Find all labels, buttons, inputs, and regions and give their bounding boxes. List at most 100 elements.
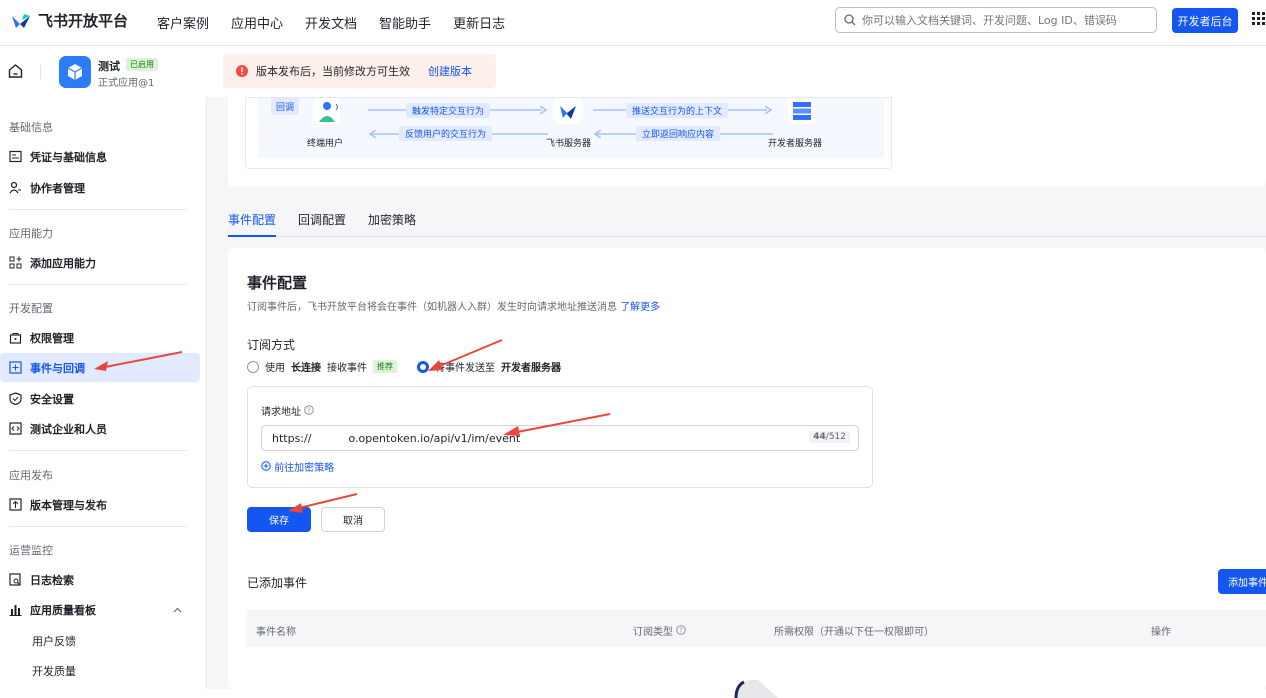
section-desc: 订阅事件后，飞书开放平台将会在事件（如机器人入群）发生时向请求地址推送消息 了解… [247,298,660,313]
feishu-logo[interactable]: 飞书开放平台 [10,10,128,31]
url-char-count: 44/512 [809,431,850,443]
app-name: 测试 [98,60,120,73]
sidebar-item-label: 日志检索 [30,573,74,587]
group-dev-config: 开发配置 [9,302,53,315]
opt1-bold: 长连接 [291,363,321,374]
version-notice: 版本发布后，当前修改方可生效 创建版本 [223,54,496,88]
col-permissions: 所需权限（开通以下任一权限即可） [774,627,934,638]
learn-more-link[interactable]: 了解更多 [620,302,660,313]
tab-callback-config[interactable]: 回调配置 [298,207,346,237]
app-status-badge: 已启用 [126,58,158,71]
sidebar-divider [9,209,187,210]
bar-chart-icon [9,605,22,616]
feishu-server-label: 飞书服务器 [546,139,592,149]
search-icon [844,14,856,26]
home-icon[interactable] [8,64,23,78]
opt1-pre: 使用 [265,363,285,374]
upload-icon [9,498,22,511]
svg-text:?: ? [307,407,311,415]
sidebar-divider [9,526,187,527]
nav-ai-assistant[interactable]: 智能助手 [379,13,431,32]
sidebar-item-test-orgs[interactable]: 测试企业和人员 [0,414,200,443]
group-app-release: 应用发布 [9,469,53,482]
app-version: 正式应用@1 [98,78,155,89]
sidebar-item-versions[interactable]: 版本管理与发布 [0,490,200,519]
nav-dev-docs[interactable]: 开发文档 [305,13,357,32]
arrow-trigger-label: 触发特定交互行为 [406,103,491,118]
sidebar-item-label: 应用质量看板 [30,603,96,617]
cancel-button[interactable]: 取消 [321,507,385,532]
callback-tag: 回调 [271,98,300,115]
opt2-pre: 将事件发送至 [435,363,495,374]
sidebar-item-dev-quality[interactable]: 开发质量 [0,656,200,685]
search-input[interactable] [862,13,1152,27]
recommended-tag: 推荐 [373,360,397,373]
dev-console-button[interactable]: 开发者后台 [1172,8,1238,33]
sidebar-item-label: 开发质量 [32,664,76,678]
top-nav: 客户案例 应用中心 开发文档 智能助手 更新日志 [157,13,505,32]
apps-grid-icon[interactable] [1252,12,1266,26]
sidebar-item-permissions[interactable]: 权限管理 [0,323,200,352]
sidebar-item-security[interactable]: 安全设置 [0,384,200,413]
nav-customer-cases[interactable]: 客户案例 [157,13,209,32]
sidebar-item-collaborators[interactable]: 协作者管理 [0,173,200,202]
sidebar-item-quality-dashboard[interactable]: 应用质量看板 [0,595,200,624]
chevron-up-icon[interactable] [173,607,182,613]
arrow-feedback-label: 反馈用户的交互行为 [399,126,493,141]
notice-text: 版本发布后，当前修改方可生效 [256,65,410,78]
group-ops-monitoring: 运营监控 [9,544,53,557]
sidebar-item-label: 安全设置 [30,392,74,406]
lock-icon [9,333,22,344]
subscription-mode-options: 使用 长连接 接收事件 推荐 将事件发送至 开发者服务器 [247,359,561,374]
sidebar-divider [9,284,187,285]
code-icon [9,422,22,435]
diagram-canvas: 回调 终端用户 触发特定交互行为 反馈用户的交互行为 飞书服务器 推送交互行为的… [258,98,884,158]
sidebar-item-label: 用户反馈 [32,634,76,648]
url-count-max: /512 [825,432,846,442]
dev-server-icon [788,98,816,124]
warning-icon [236,65,248,77]
sidebar: 基础信息 凭证与基础信息 协作者管理 应用能力 添加应用能力 开发配置 权限管理… [0,97,207,689]
group-app-capability: 应用能力 [9,227,53,240]
empty-state-illustration [734,679,778,698]
plus-circle-icon [261,461,271,471]
sidebar-item-label: 版本管理与发布 [30,498,107,512]
request-url-input[interactable]: https:// o.opentoken.io/api/v1/im/event … [261,425,859,451]
sidebar-item-log-search[interactable]: 日志检索 [0,565,200,594]
user-add-icon [9,181,21,194]
arrow-push-label: 推送交互行为的上下文 [626,103,729,118]
save-button[interactable]: 保存 [247,507,311,532]
add-event-button[interactable]: 添加事件 [1218,569,1266,594]
added-events-title: 已添加事件 [247,576,308,590]
url-rest: o.opentoken.io/api/v1/im/event [348,431,521,445]
url-prefix: https:// [272,431,312,445]
radio-dev-server[interactable] [417,360,429,373]
feishu-logo-icon [12,13,30,28]
sidebar-item-user-feedback[interactable]: 用户反馈 [0,626,200,655]
arrow-respond-label: 立即返回响应内容 [636,126,721,141]
log-search-icon [9,573,21,586]
opt2-bold: 开发者服务器 [501,363,561,374]
group-basic-info: 基础信息 [9,121,53,134]
sidebar-item-events-callbacks[interactable]: 事件与回调 [0,353,200,382]
request-url-box: 请求地址 ? https:// o.opentoken.io/api/v1/im… [247,386,873,488]
sidebar-item-label: 权限管理 [30,331,74,345]
tab-encryption[interactable]: 加密策略 [368,207,416,237]
search-box[interactable] [835,7,1157,33]
nav-changelog[interactable]: 更新日志 [453,13,505,32]
create-version-link[interactable]: 创建版本 [428,63,472,79]
app-bar: 测试 已启用 正式应用@1 版本发布后，当前修改方可生效 创建版本 [0,47,1266,97]
encrypt-policy-link[interactable]: 前往加密策略 [261,459,334,474]
help-icon[interactable]: ? [676,625,686,635]
radio-long-connection[interactable] [247,360,259,373]
help-icon[interactable]: ? [304,405,314,415]
sidebar-item-add-capability[interactable]: 添加应用能力 [0,248,200,277]
sidebar-item-credentials[interactable]: 凭证与基础信息 [0,142,200,171]
end-user-icon [314,98,340,124]
nav-app-center[interactable]: 应用中心 [231,13,283,32]
divider [40,65,41,79]
tab-event-config[interactable]: 事件配置 [228,207,277,237]
app-avatar[interactable] [59,56,91,88]
feishu-server-icon [554,98,582,124]
events-table-header: 事件名称 订阅类型 ? 所需权限（开通以下任一权限即可） 操作 [246,610,1266,647]
